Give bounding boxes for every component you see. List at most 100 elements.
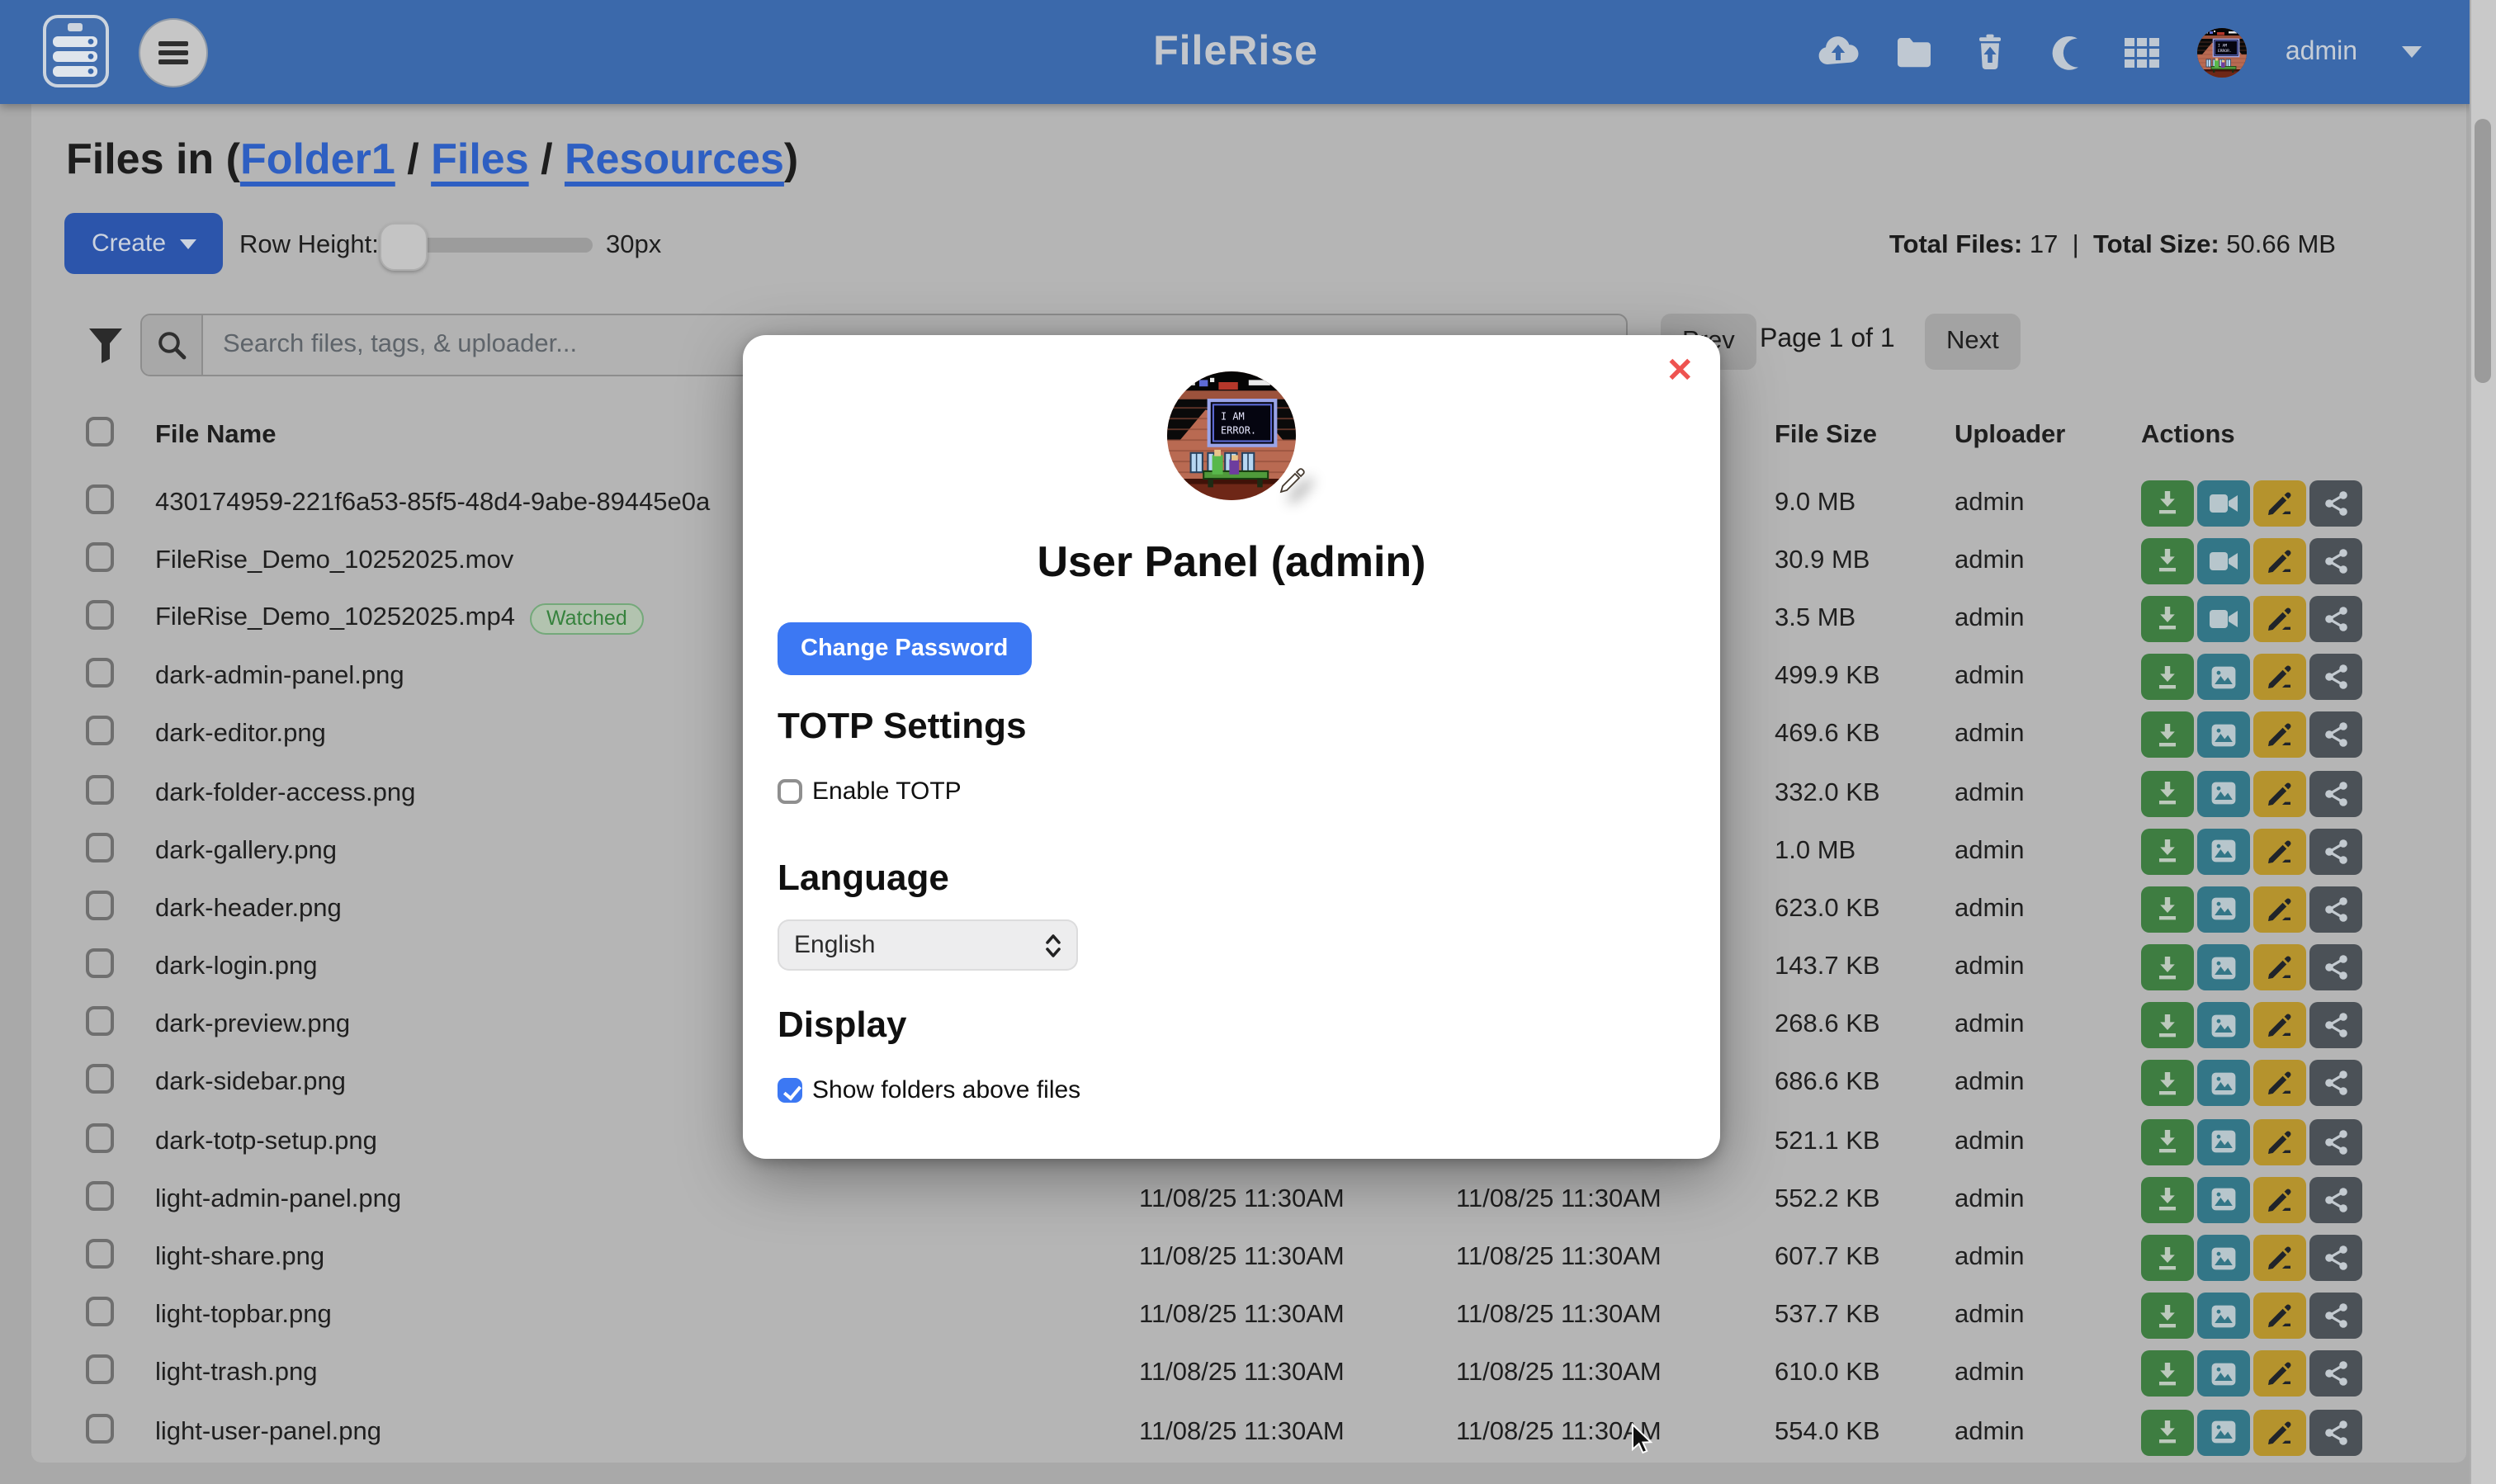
download-button[interactable] [2141, 1177, 2194, 1223]
download-button[interactable] [2141, 828, 2194, 874]
close-icon[interactable]: ✕ [1666, 355, 1694, 388]
file-name[interactable]: light-admin-panel.png [155, 1185, 401, 1215]
upload-icon[interactable] [1818, 31, 1860, 73]
user-avatar[interactable] [2198, 27, 2248, 77]
share-button[interactable] [2309, 828, 2362, 874]
file-name[interactable]: dark-header.png [155, 895, 342, 924]
col-header-file-size[interactable]: File Size [1775, 420, 1877, 450]
profile-avatar[interactable] [1167, 371, 1296, 500]
preview-button[interactable] [2197, 1351, 2250, 1397]
download-button[interactable] [2141, 1293, 2194, 1339]
show-folders-checkbox[interactable] [778, 1078, 802, 1103]
share-button[interactable] [2309, 1293, 2362, 1339]
apps-grid-icon[interactable] [2122, 31, 2163, 73]
file-name[interactable]: dark-admin-panel.png [155, 662, 404, 692]
edit-button[interactable] [2253, 1118, 2306, 1165]
row-checkbox[interactable] [86, 658, 114, 688]
table-row[interactable]: light-share.png 11/08/25 11:30AM 11/08/2… [31, 1229, 2466, 1287]
col-header-file-name[interactable]: File Name [155, 420, 276, 450]
next-page-button[interactable]: Next [1925, 314, 2021, 370]
preview-button[interactable] [2197, 886, 2250, 933]
select-all-checkbox[interactable] [86, 416, 114, 446]
edit-button[interactable] [2253, 1177, 2306, 1223]
share-button[interactable] [2309, 886, 2362, 933]
row-checkbox[interactable] [86, 948, 114, 978]
share-button[interactable] [2309, 1409, 2362, 1455]
row-checkbox[interactable] [86, 1181, 114, 1211]
row-checkbox[interactable] [86, 1007, 114, 1037]
preview-button[interactable] [2197, 1293, 2250, 1339]
change-password-button[interactable]: Change Password [778, 622, 1031, 675]
breadcrumb-link-folder1[interactable]: Folder1 [240, 134, 395, 183]
edit-button[interactable] [2253, 480, 2306, 526]
user-caret-icon[interactable] [2402, 46, 2422, 58]
edit-button[interactable] [2253, 770, 2306, 816]
file-name[interactable]: dark-editor.png [155, 721, 326, 750]
edit-button[interactable] [2253, 1003, 2306, 1049]
row-checkbox[interactable] [86, 1297, 114, 1326]
row-checkbox[interactable] [86, 484, 114, 513]
download-button[interactable] [2141, 596, 2194, 642]
edit-button[interactable] [2253, 1061, 2306, 1107]
row-checkbox[interactable] [86, 1239, 114, 1269]
download-button[interactable] [2141, 1118, 2194, 1165]
preview-button[interactable] [2197, 828, 2250, 874]
file-name[interactable]: dark-login.png [155, 952, 317, 982]
preview-button[interactable] [2197, 770, 2250, 816]
row-checkbox[interactable] [86, 716, 114, 746]
preview-button[interactable] [2197, 712, 2250, 759]
share-button[interactable] [2309, 538, 2362, 584]
file-name[interactable]: light-share.png [155, 1243, 324, 1273]
create-button[interactable]: Create [64, 213, 223, 274]
download-button[interactable] [2141, 1003, 2194, 1049]
share-button[interactable] [2309, 944, 2362, 990]
file-name[interactable]: dark-gallery.png [155, 836, 337, 866]
download-button[interactable] [2141, 944, 2194, 990]
file-name[interactable]: dark-totp-setup.png [155, 1127, 377, 1156]
row-checkbox[interactable] [86, 1122, 114, 1152]
table-row[interactable]: light-user-panel.png 11/08/25 11:30AM 11… [31, 1403, 2466, 1461]
scrollbar-thumb[interactable] [2475, 119, 2491, 383]
row-checkbox[interactable] [86, 1065, 114, 1094]
edit-button[interactable] [2253, 712, 2306, 759]
edit-avatar-pencil-icon[interactable] [1276, 467, 1306, 497]
download-button[interactable] [2141, 712, 2194, 759]
row-height-slider-thumb[interactable] [380, 223, 428, 271]
folder-icon[interactable] [1894, 31, 1936, 73]
file-name[interactable]: 430174959-221f6a53-85f5-48d4-9abe-89445e… [155, 488, 710, 518]
row-checkbox[interactable] [86, 774, 114, 804]
preview-button[interactable] [2197, 538, 2250, 584]
share-button[interactable] [2309, 1061, 2362, 1107]
edit-button[interactable] [2253, 596, 2306, 642]
file-name[interactable]: light-user-panel.png [155, 1417, 381, 1447]
edit-button[interactable] [2253, 944, 2306, 990]
trash-restore-icon[interactable] [1970, 31, 2011, 73]
share-button[interactable] [2309, 712, 2362, 759]
share-button[interactable] [2309, 480, 2362, 526]
preview-button[interactable] [2197, 1235, 2250, 1281]
preview-button[interactable] [2197, 1061, 2250, 1107]
breadcrumb-link-files[interactable]: Files [431, 134, 529, 183]
file-name[interactable]: dark-sidebar.png [155, 1069, 346, 1099]
preview-button[interactable] [2197, 944, 2250, 990]
row-height-slider[interactable] [383, 238, 593, 253]
edit-button[interactable] [2253, 1293, 2306, 1339]
edit-button[interactable] [2253, 654, 2306, 700]
share-button[interactable] [2309, 1003, 2362, 1049]
file-name[interactable]: light-topbar.png [155, 1301, 332, 1330]
download-button[interactable] [2141, 886, 2194, 933]
edit-button[interactable] [2253, 538, 2306, 584]
file-name[interactable]: light-trash.png [155, 1359, 317, 1389]
edit-button[interactable] [2253, 1351, 2306, 1397]
table-row[interactable]: light-topbar.png 11/08/25 11:30AM 11/08/… [31, 1287, 2466, 1345]
download-button[interactable] [2141, 654, 2194, 700]
page-scrollbar[interactable] [2470, 0, 2496, 1484]
file-name[interactable]: dark-preview.png [155, 1011, 350, 1041]
preview-button[interactable] [2197, 1409, 2250, 1455]
share-button[interactable] [2309, 1235, 2362, 1281]
share-button[interactable] [2309, 654, 2362, 700]
breadcrumb-link-resources[interactable]: Resources [565, 134, 784, 183]
preview-button[interactable] [2197, 1118, 2250, 1165]
row-checkbox[interactable] [86, 600, 114, 630]
file-name[interactable]: dark-folder-access.png [155, 778, 415, 808]
